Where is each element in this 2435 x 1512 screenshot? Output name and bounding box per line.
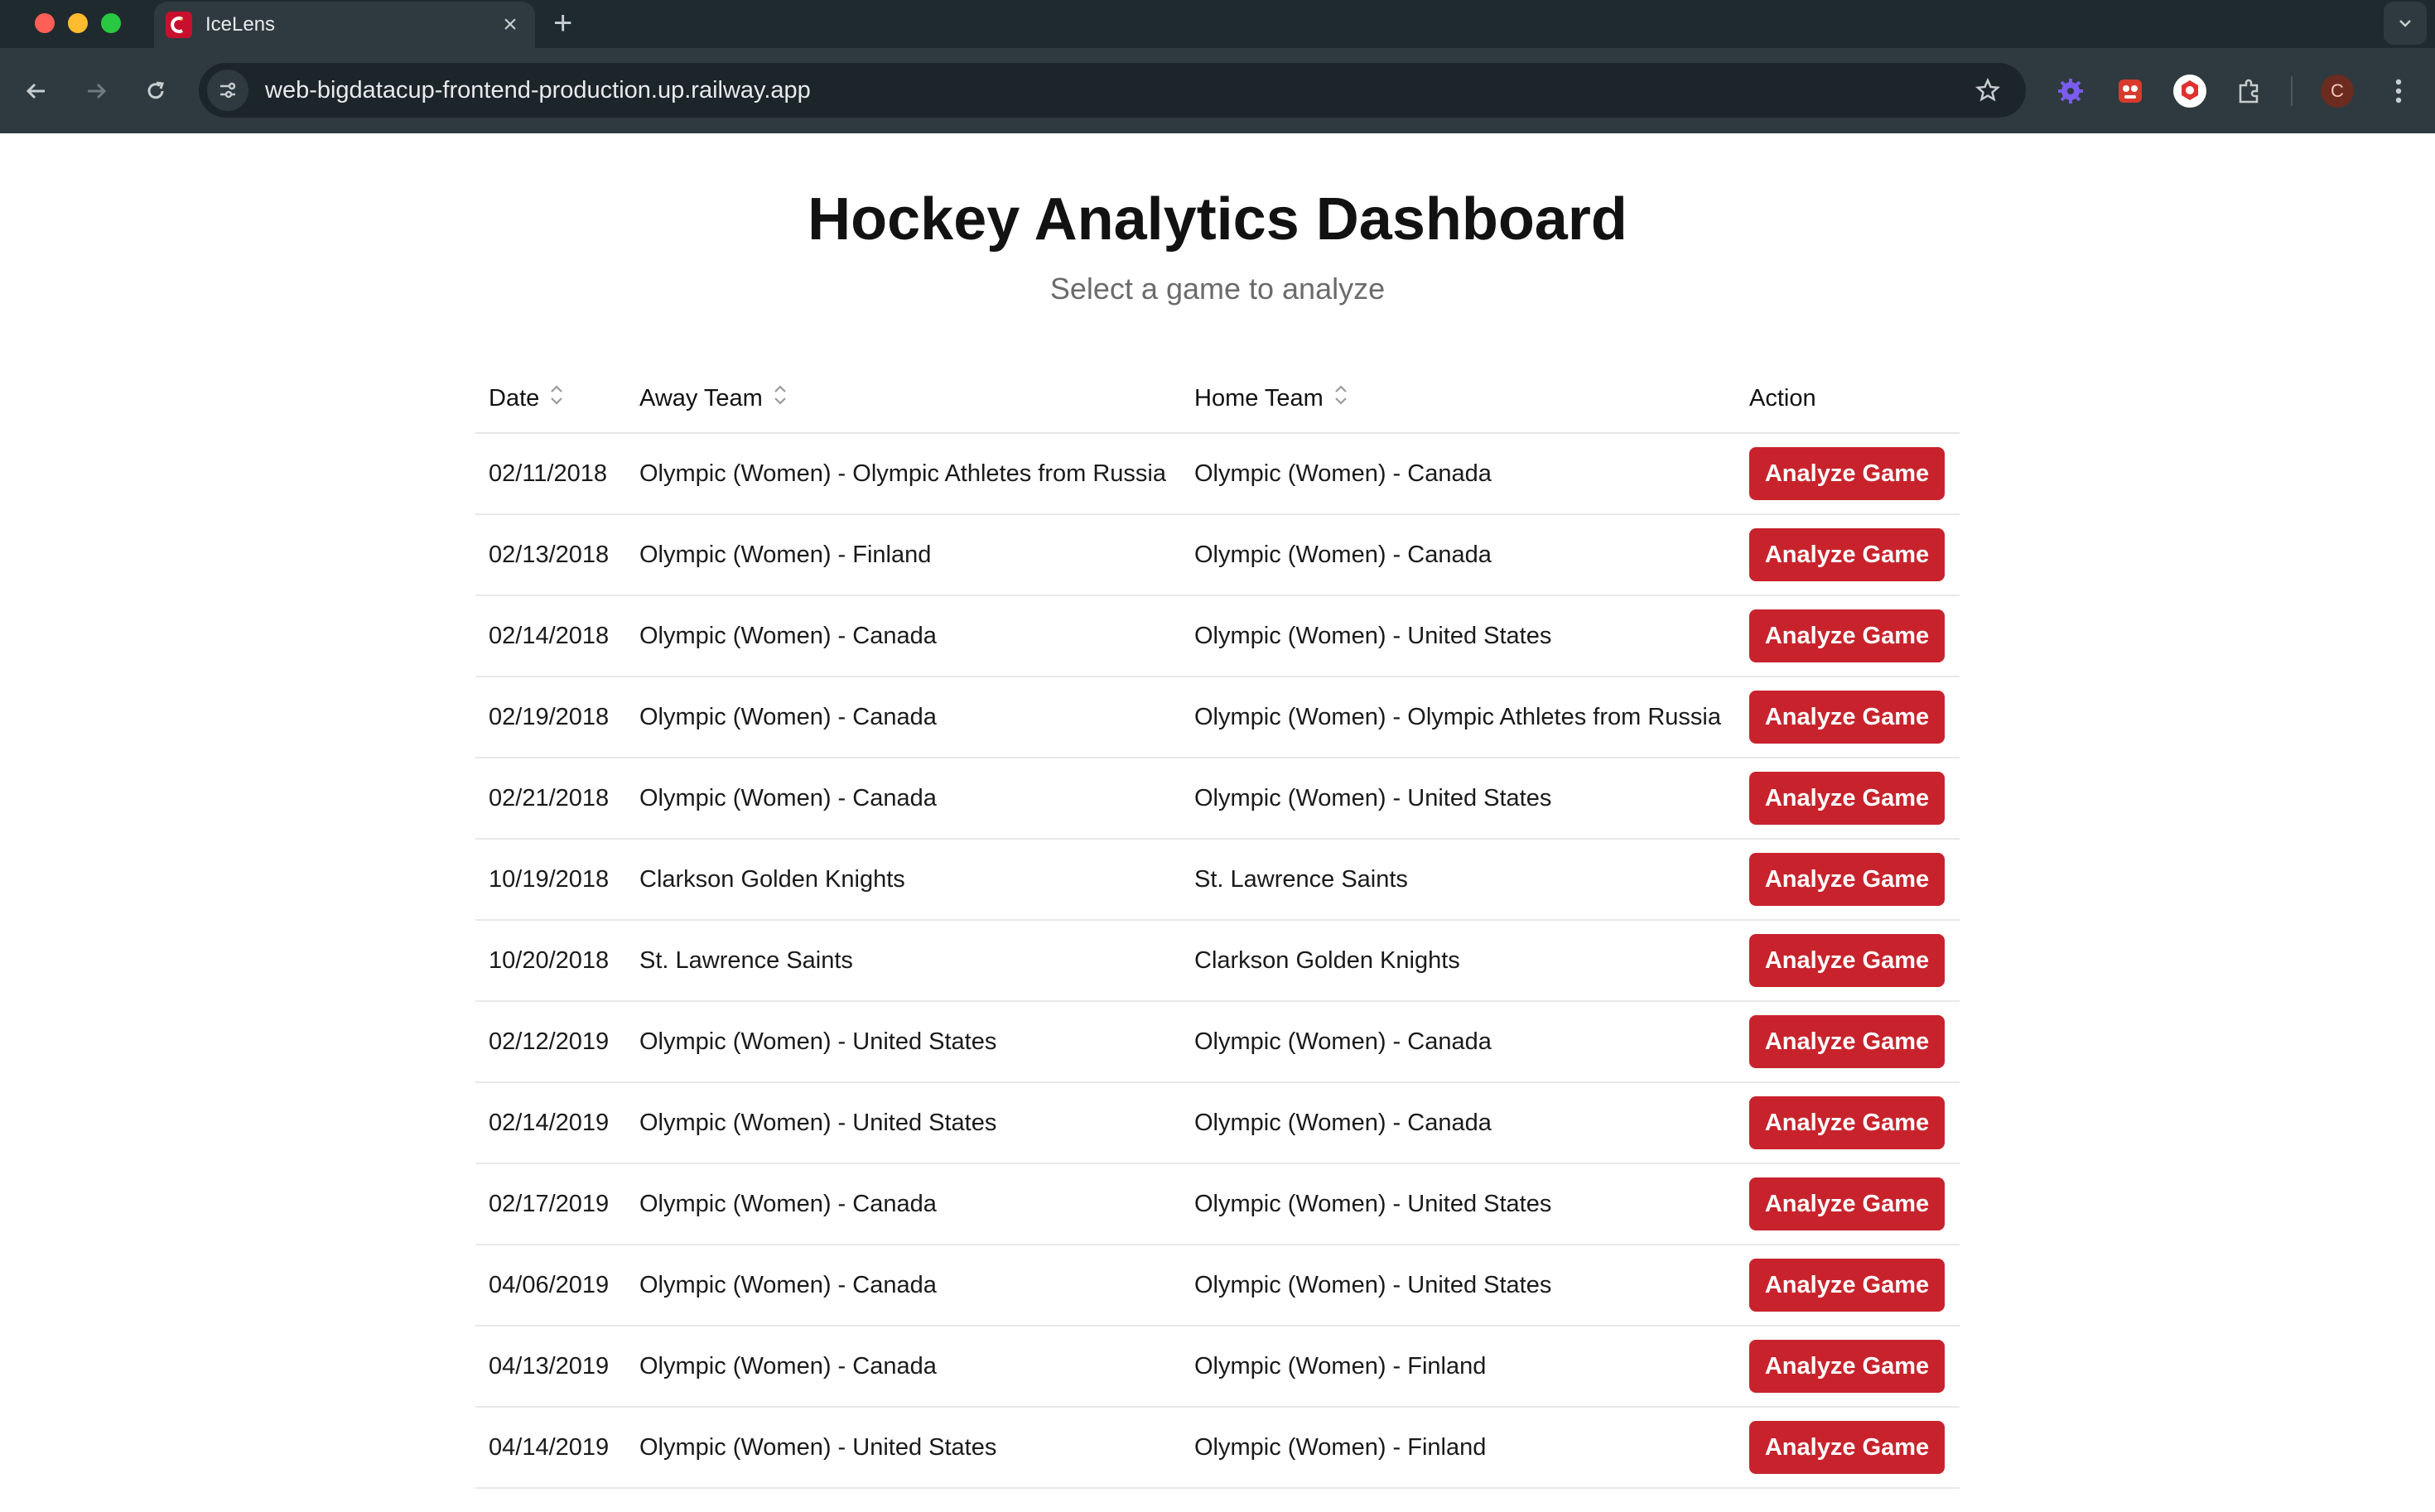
home-team-cell: Olympic (Women) - Canada — [1181, 433, 1736, 515]
away-team-cell: St. Lawrence Saints — [626, 920, 1181, 1002]
home-team-cell: Olympic (Women) - United States — [1181, 758, 1736, 840]
table-row: 04/13/2019 Olympic (Women) - Canada Olympi… — [475, 1326, 1960, 1408]
away-team-cell: Olympic (Women) - Canada — [626, 1163, 1181, 1245]
action-cell: Analyze Game — [1736, 1407, 1960, 1489]
game-date-cell: 04/06/2019 — [475, 1245, 626, 1327]
action-cell: Analyze Game — [1736, 595, 1960, 677]
page-content: Hockey Analytics Dashboard Select a game… — [0, 0, 2435, 1489]
table-row: 10/20/2018 St. Lawrence Saints Clarkson Go… — [475, 920, 1960, 1002]
action-cell: Analyze Game — [1736, 1082, 1960, 1164]
game-date-cell: 02/13/2018 — [475, 514, 626, 596]
away-team-cell: Olympic (Women) - Olympic Athletes from … — [626, 433, 1181, 515]
home-team-cell: Olympic (Women) - Canada — [1181, 1001, 1736, 1083]
games-table-body: 02/11/2018 Olympic (Women) - Olympic Athl… — [475, 433, 1960, 1489]
analyze-game-button[interactable]: Analyze Game — [1749, 609, 1945, 662]
action-cell: Analyze Game — [1736, 920, 1960, 1002]
analyze-game-button[interactable]: Analyze Game — [1749, 447, 1945, 500]
analyze-game-button[interactable]: Analyze Game — [1749, 1177, 1945, 1230]
away-team-cell: Olympic (Women) - United States — [626, 1407, 1181, 1489]
sort-icon[interactable] — [549, 383, 564, 413]
game-date-cell: 02/17/2019 — [475, 1163, 626, 1245]
away-team-cell: Olympic (Women) - Canada — [626, 677, 1181, 758]
away-team-cell: Clarkson Golden Knights — [626, 839, 1181, 921]
table-row: 02/14/2019 Olympic (Women) - United State… — [475, 1082, 1960, 1164]
analyze-game-button[interactable]: Analyze Game — [1749, 772, 1945, 825]
away-team-cell: Olympic (Women) - Canada — [626, 1326, 1181, 1408]
away-team-cell: Olympic (Women) - Canada — [626, 758, 1181, 840]
analyze-game-button[interactable]: Analyze Game — [1749, 853, 1945, 906]
away-team-cell: Olympic (Women) - Finland — [626, 514, 1181, 596]
home-team-cell: St. Lawrence Saints — [1181, 839, 1736, 921]
home-team-cell: Olympic (Women) - United States — [1181, 1163, 1736, 1245]
home-team-cell: Olympic (Women) - Finland — [1181, 1326, 1736, 1408]
home-team-cell: Olympic (Women) - Canada — [1181, 514, 1736, 596]
action-cell: Analyze Game — [1736, 839, 1960, 921]
home-team-cell: Olympic (Women) - Canada — [1181, 1082, 1736, 1164]
home-team-cell: Olympic (Women) - Finland — [1181, 1407, 1736, 1489]
table-row: 04/14/2019 Olympic (Women) - United State… — [475, 1407, 1960, 1489]
analyze-game-button[interactable]: Analyze Game — [1749, 1340, 1945, 1393]
game-date-cell: 02/21/2018 — [475, 758, 626, 840]
table-row: 02/19/2018 Olympic (Women) - Canada Olympi… — [475, 677, 1960, 758]
game-date-cell: 02/11/2018 — [475, 433, 626, 515]
action-cell: Analyze Game — [1736, 1001, 1960, 1083]
table-row: 04/06/2019 Olympic (Women) - Canada Olympi… — [475, 1245, 1960, 1327]
games-table: Date Away Team Home Team Action 02/11/20… — [475, 364, 1960, 1489]
analyze-game-button[interactable]: Analyze Game — [1749, 1096, 1945, 1149]
home-team-cell: Olympic (Women) - Olympic Athletes from … — [1181, 677, 1736, 758]
game-date-cell: 02/14/2019 — [475, 1082, 626, 1164]
analyze-game-button[interactable]: Analyze Game — [1749, 1015, 1945, 1068]
table-row: 02/13/2018 Olympic (Women) - Finland Olymp… — [475, 514, 1960, 596]
column-header-away-team[interactable]: Away Team — [626, 364, 1181, 434]
home-team-cell: Olympic (Women) - United States — [1181, 595, 1736, 677]
game-date-cell: 02/19/2018 — [475, 677, 626, 758]
away-team-cell: Olympic (Women) - Canada — [626, 595, 1181, 677]
table-row: 02/12/2019 Olympic (Women) - United State… — [475, 1001, 1960, 1083]
column-header-action: Action — [1736, 364, 1960, 434]
table-row: 02/11/2018 Olympic (Women) - Olympic Athl… — [475, 433, 1960, 515]
sort-icon[interactable] — [1333, 383, 1348, 413]
table-row: 02/17/2019 Olympic (Women) - Canada Olympi… — [475, 1163, 1960, 1245]
column-header-label: Away Team — [639, 384, 763, 412]
action-cell: Analyze Game — [1736, 758, 1960, 840]
action-cell: Analyze Game — [1736, 1245, 1960, 1327]
game-date-cell: 04/13/2019 — [475, 1326, 626, 1408]
table-row: 02/21/2018 Olympic (Women) - Canada Olympi… — [475, 758, 1960, 840]
column-header-label: Home Team — [1194, 384, 1324, 412]
home-team-cell: Clarkson Golden Knights — [1181, 920, 1736, 1002]
sort-icon[interactable] — [773, 383, 788, 413]
action-cell: Analyze Game — [1736, 433, 1960, 515]
table-row: 10/19/2018 Clarkson Golden Knights St. Law… — [475, 839, 1960, 921]
analyze-game-button[interactable]: Analyze Game — [1749, 691, 1945, 744]
action-cell: Analyze Game — [1736, 677, 1960, 758]
table-header-row: Date Away Team Home Team Action — [475, 364, 1960, 434]
column-header-label: Date — [489, 384, 540, 412]
action-cell: Analyze Game — [1736, 1326, 1960, 1408]
action-cell: Analyze Game — [1736, 514, 1960, 596]
analyze-game-button[interactable]: Analyze Game — [1749, 1421, 1945, 1474]
game-date-cell: 02/12/2019 — [475, 1001, 626, 1083]
away-team-cell: Olympic (Women) - United States — [626, 1001, 1181, 1083]
column-header-home-team[interactable]: Home Team — [1181, 364, 1736, 434]
page-title: Hockey Analytics Dashboard — [808, 186, 1627, 253]
game-date-cell: 02/14/2018 — [475, 595, 626, 677]
away-team-cell: Olympic (Women) - United States — [626, 1082, 1181, 1164]
table-row: 02/14/2018 Olympic (Women) - Canada Olympi… — [475, 595, 1960, 677]
analyze-game-button[interactable]: Analyze Game — [1749, 528, 1945, 581]
away-team-cell: Olympic (Women) - Canada — [626, 1245, 1181, 1327]
action-cell: Analyze Game — [1736, 1163, 1960, 1245]
analyze-game-button[interactable]: Analyze Game — [1749, 934, 1945, 987]
home-team-cell: Olympic (Women) - United States — [1181, 1245, 1736, 1327]
game-date-cell: 04/14/2019 — [475, 1407, 626, 1489]
analyze-game-button[interactable]: Analyze Game — [1749, 1259, 1945, 1312]
page-subtitle: Select a game to analyze — [1049, 272, 1386, 306]
game-date-cell: 10/19/2018 — [475, 839, 626, 921]
game-date-cell: 10/20/2018 — [475, 920, 626, 1002]
column-header-date[interactable]: Date — [475, 364, 626, 434]
